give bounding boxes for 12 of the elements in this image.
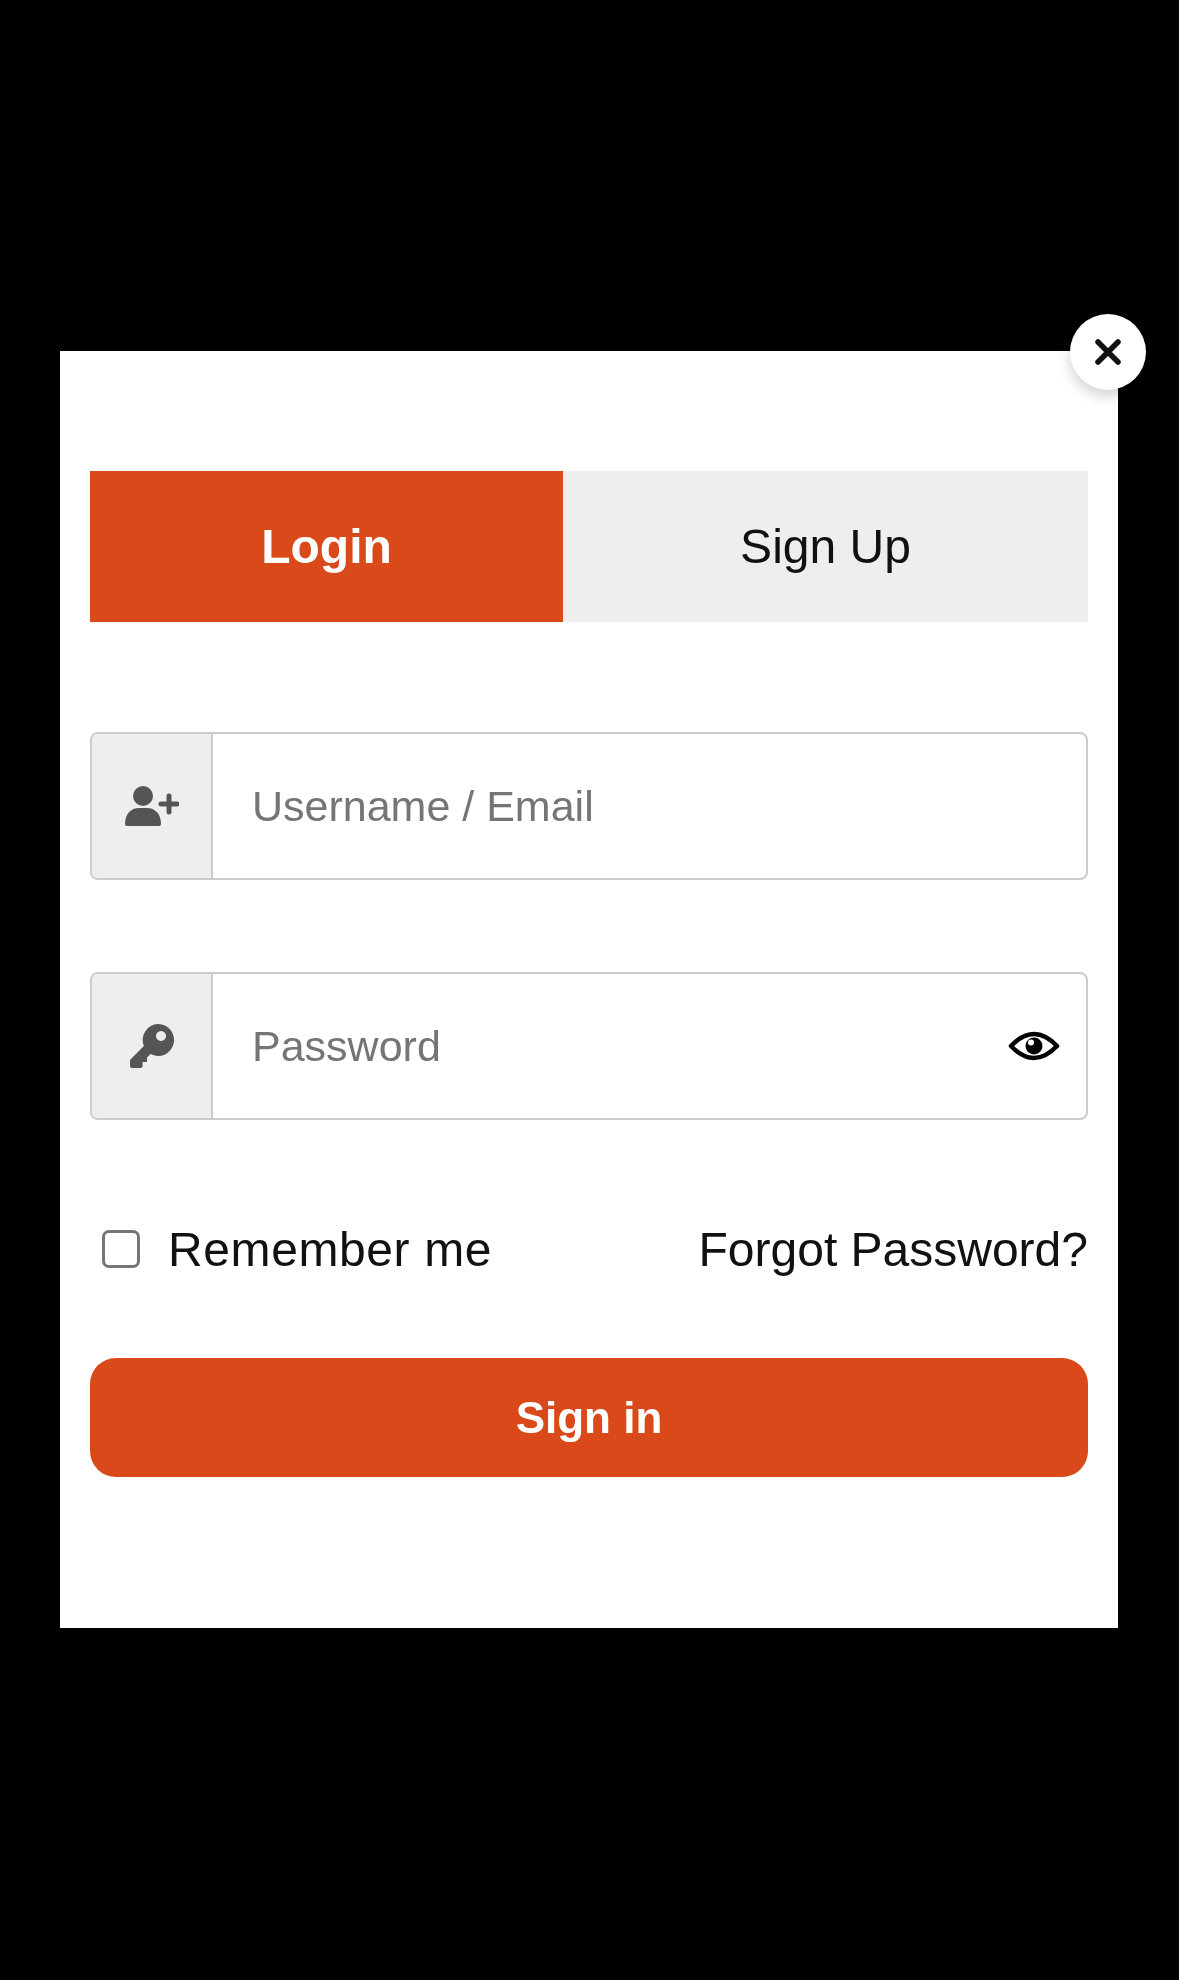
forgot-password-link[interactable]: Forgot Password? xyxy=(698,1221,1088,1277)
remember-checkbox[interactable] xyxy=(102,1230,140,1268)
tab[interactable]: Sign Up xyxy=(563,471,1088,622)
key-icon xyxy=(129,1024,174,1068)
eye-icon[interactable] xyxy=(1008,1030,1060,1062)
sign-in-button[interactable]: Sign in xyxy=(90,1358,1088,1477)
close-icon xyxy=(1095,339,1121,365)
tab[interactable]: Login xyxy=(90,471,563,622)
remember-label: Remember me xyxy=(168,1221,492,1277)
user-plus-icon xyxy=(124,786,179,826)
password-input[interactable]: Password xyxy=(213,974,998,1118)
password-field[interactable]: Password xyxy=(90,972,1088,1120)
